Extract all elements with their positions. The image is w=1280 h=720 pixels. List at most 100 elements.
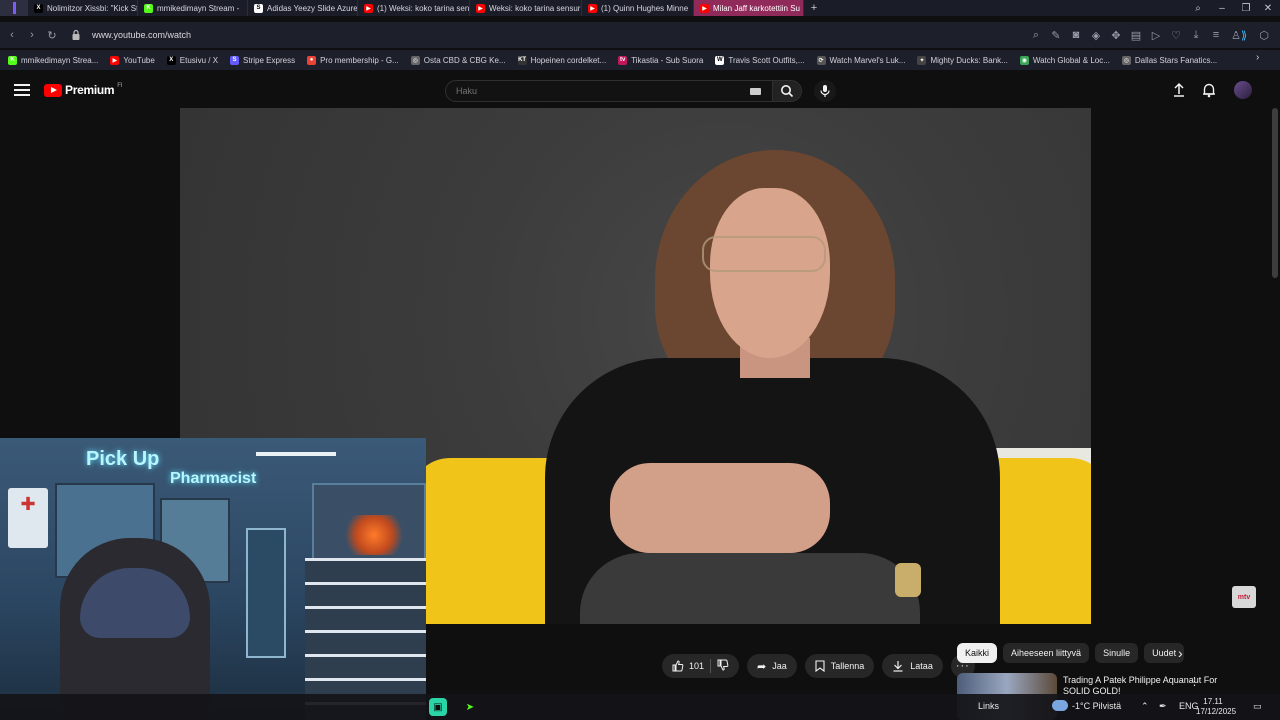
- close-window-button[interactable]: ✕: [1256, 0, 1280, 16]
- system-clock[interactable]: 17.11 17/12/2025: [1196, 697, 1236, 717]
- bookmark-item[interactable]: W Travis Scott Outfits,...: [715, 55, 805, 65]
- reload-icon[interactable]: ↻: [42, 25, 62, 45]
- notifications-icon[interactable]: ▭: [1253, 701, 1262, 712]
- tv-icon: tv: [618, 55, 628, 65]
- microphone-icon: [820, 85, 830, 97]
- bookmark-item[interactable]: ● Pro membership - G...: [307, 55, 399, 65]
- new-tab-button[interactable]: +: [804, 0, 824, 16]
- filter-chip[interactable]: Kaikki: [957, 643, 998, 663]
- hamburger-menu-icon[interactable]: [14, 84, 30, 96]
- tab-title: Milan Jaff karkotettiin Su: [713, 3, 801, 13]
- page-scrollbar[interactable]: [1272, 108, 1278, 278]
- dislike-button[interactable]: [717, 659, 729, 673]
- url-field[interactable]: www.youtube.com/watch: [92, 30, 191, 40]
- browser-tab[interactable]: Kmmikedimayn Stream -: [138, 0, 248, 16]
- assistant-icon[interactable]: ⟫: [1234, 25, 1254, 45]
- bookmark-item[interactable]: S Stripe Express: [230, 55, 295, 65]
- youtube-icon: ▶: [476, 3, 485, 13]
- shield-icon[interactable]: ◈: [1086, 25, 1106, 45]
- browser-tab[interactable]: ▶ (1) Weksi: koko tarina sen: [358, 0, 470, 16]
- case-glow: [344, 515, 404, 555]
- tray-chevron-icon[interactable]: ⌃: [1141, 701, 1149, 712]
- bookmark-label: Etusivu / X: [179, 55, 219, 65]
- bookmark-item[interactable]: ◎ Osta CBD & CBG Ke...: [410, 55, 506, 65]
- filter-chip[interactable]: Aiheeseen liittyvä: [1003, 643, 1090, 663]
- save-button[interactable]: Tallenna: [804, 654, 875, 678]
- edit-icon[interactable]: ✎: [1046, 25, 1066, 45]
- upload-icon[interactable]: [1171, 82, 1187, 98]
- recommended-menu-icon[interactable]: ⋮: [1189, 675, 1200, 688]
- w-icon: W: [715, 55, 725, 65]
- speaker-watch: [895, 563, 921, 597]
- pen-icon[interactable]: ✒: [1159, 701, 1167, 712]
- download-arrow-icon: [893, 661, 903, 672]
- weather-cloud-icon[interactable]: [1052, 700, 1068, 711]
- menu-icon[interactable]: ≡: [1206, 25, 1226, 45]
- browser-tab[interactable]: ▶ Weksi: koko tarina sensur: [470, 0, 582, 16]
- like-button[interactable]: 101: [672, 660, 704, 672]
- notifications-bell-icon[interactable]: [1201, 82, 1217, 98]
- bookmark-label: YouTube: [123, 55, 155, 65]
- settings-icon[interactable]: ⬡: [1254, 25, 1274, 45]
- play-icon[interactable]: ▷: [1146, 25, 1166, 45]
- bookmark-label: Dallas Stars Fanatics...: [1134, 55, 1218, 65]
- tab-title: (1) Quinn Hughes Minne: [601, 3, 689, 13]
- restore-button[interactable]: ❐: [1234, 0, 1258, 16]
- lock-icon[interactable]: [66, 25, 86, 45]
- bookmark-item[interactable]: KT Hopeinen cordelket...: [517, 55, 606, 65]
- share-button[interactable]: ➦ Jaa: [747, 654, 797, 678]
- speaker-face: [710, 188, 830, 358]
- tab-title: (1) Weksi: koko tarina sen: [377, 3, 470, 13]
- voice-search-button[interactable]: [814, 80, 836, 102]
- channel-watermark[interactable]: mtv: [1232, 586, 1256, 608]
- download-button[interactable]: Lataa: [882, 654, 943, 678]
- bookmark-item[interactable]: ◉ Watch Global & Loc...: [1019, 55, 1110, 65]
- bookmark-item[interactable]: ◎ Dallas Stars Fanatics...: [1121, 55, 1218, 65]
- medical-cross-icon: ✚: [8, 488, 48, 548]
- camera-icon[interactable]: ◙: [1066, 25, 1086, 45]
- bookmark-item[interactable]: X Etusivu / X: [166, 55, 219, 65]
- search-button[interactable]: [772, 80, 802, 102]
- search-box: [445, 80, 773, 102]
- tab-title: Nolimitzor Xissbi: "Kick Str: [47, 3, 138, 13]
- weather-readout[interactable]: -1°C Pilvistä: [1072, 701, 1121, 711]
- search-input[interactable]: [446, 81, 726, 101]
- minimize-button[interactable]: –: [1210, 0, 1234, 16]
- extension-icon[interactable]: ✥: [1106, 25, 1126, 45]
- bookmark-item[interactable]: ⟳ Watch Marvel's Luk...: [816, 55, 905, 65]
- kick-icon: K: [8, 55, 17, 65]
- map-pin-icon: ●: [307, 55, 317, 65]
- kt-icon: KT: [517, 55, 527, 65]
- share-icon: ➦: [757, 660, 767, 673]
- links-toolbar[interactable]: Links: [978, 701, 999, 711]
- back-icon[interactable]: ‹: [2, 25, 22, 45]
- heart-icon[interactable]: ♡: [1166, 25, 1186, 45]
- avatar[interactable]: [1234, 81, 1252, 99]
- bookmarks-bar: Kmmikedimayn Strea... ▶ YouTube X Etusivu / …: [0, 50, 1280, 70]
- tab-search-icon[interactable]: ⌕: [1186, 0, 1210, 16]
- bookmark-item[interactable]: ▶ YouTube: [110, 55, 155, 65]
- bookmarks-overflow-icon[interactable]: ›: [1256, 52, 1259, 63]
- globe-icon: ◎: [1121, 55, 1131, 65]
- browser-tab[interactable]: ▶ (1) Quinn Hughes Minne: [582, 0, 694, 16]
- bookmark-item[interactable]: tv Tikastia - Sub Suora: [618, 55, 703, 65]
- bookmark-item[interactable]: ✦ Mighty Ducks: Bank...: [917, 55, 1008, 65]
- bookmark-item[interactable]: Kmmikedimayn Strea...: [8, 55, 98, 65]
- sidebar-toggle[interactable]: [0, 0, 28, 16]
- clock-time: 17.11: [1203, 697, 1223, 706]
- browser-tab[interactable]: X Nolimitzor Xissbi: "Kick Str: [28, 0, 138, 16]
- browser-tab[interactable]: S Adidas Yeezy Slide Azure: [248, 0, 358, 16]
- download-icon[interactable]: ⤓: [1186, 25, 1206, 45]
- chips-next-icon[interactable]: ›: [1178, 645, 1183, 661]
- vpn-icon[interactable]: ▤: [1126, 25, 1146, 45]
- keyboard-icon[interactable]: [750, 88, 761, 95]
- speaker-glasses: [702, 236, 826, 272]
- filter-chip[interactable]: Sinulle: [1095, 643, 1139, 663]
- zoom-icon[interactable]: ⌕: [1026, 25, 1046, 45]
- bookmark-label: Travis Scott Outfits,...: [728, 55, 805, 65]
- browser-tab[interactable]: ▶ Milan Jaff karkotettiin Su: [694, 0, 804, 16]
- youtube-premium-logo[interactable]: Premium FI: [44, 83, 123, 97]
- taskbar-app-kick[interactable]: ➤: [461, 698, 479, 716]
- forward-icon[interactable]: ›: [22, 25, 42, 45]
- taskbar-app-streamlabs[interactable]: ▣: [429, 698, 447, 716]
